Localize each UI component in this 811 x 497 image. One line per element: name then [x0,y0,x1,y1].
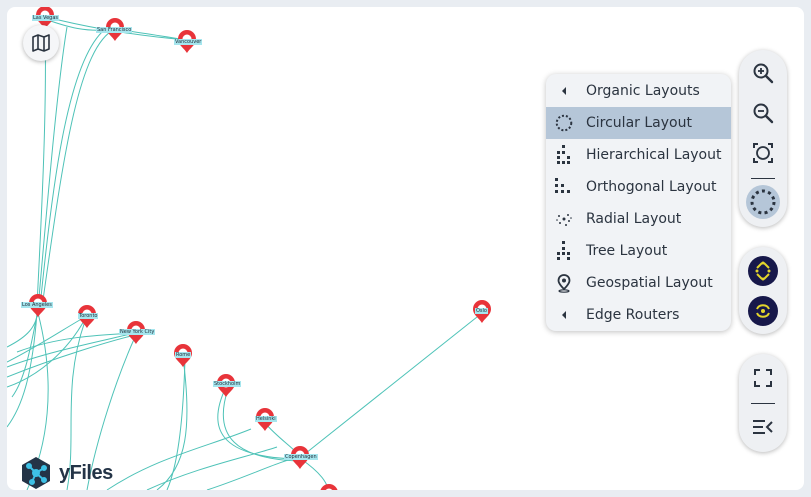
collapse-panel-icon [753,420,773,434]
toolbar-separator [751,403,775,404]
node-label-las-vegas[interactable]: Las Vegas [32,15,59,21]
zoom-out-button[interactable] [739,95,787,131]
menu-item-geospatial-layout[interactable]: Geospatial Layout [546,267,731,299]
node-label-oslo[interactable]: Oslo [475,308,488,314]
menu-item-circular-layout[interactable]: Circular Layout [546,107,731,139]
ungroup-icon [748,296,778,326]
zoom-out-icon [753,103,774,124]
node-label-los-angeles[interactable]: Los Angeles [21,302,53,308]
node-label-copenhagen[interactable]: Copenhagen [284,454,318,460]
node-label-vancouver[interactable]: Vancouver [174,39,203,45]
collapse-panel-button[interactable] [739,409,787,445]
circular-layout-icon [750,189,776,215]
map-icon [32,34,50,52]
fullscreen-button[interactable] [739,360,787,396]
menu-item-organic-layouts[interactable]: Organic Layouts [546,75,731,107]
menu-item-tree-layout[interactable]: Tree Layout [546,235,731,267]
yfiles-logo-icon [22,457,50,489]
fullscreen-icon [754,369,772,387]
menu-item-hierarchical-layout[interactable]: Hierarchical Layout [546,139,731,171]
node-label-stockholm[interactable]: Stockholm [213,381,242,387]
tree-layout-icon [554,241,574,261]
fit-content-icon [753,143,773,163]
toolbar-separator [751,178,775,179]
chevron-left-icon [554,305,574,325]
yfiles-logo-text: yFiles [59,461,113,484]
chevron-left-icon [554,81,574,101]
menu-item-orthogonal-layout[interactable]: Orthogonal Layout [546,171,731,203]
yfiles-logo: yFiles [19,456,113,490]
map-pin-icon[interactable] [320,484,338,490]
view-toolbar [739,354,787,452]
node-label-rome[interactable]: Rome [175,352,192,358]
group-button[interactable] [739,253,787,289]
zoom-in-button[interactable] [739,55,787,91]
map-toggle-button[interactable] [23,25,59,61]
menu-item-radial-layout[interactable]: Radial Layout [546,203,731,235]
node-label-helsinki[interactable]: Helsinki [255,416,277,422]
location-pin-icon [554,273,574,293]
node-label-san-francisco[interactable]: San Francisco [96,27,133,33]
ungroup-button[interactable] [739,293,787,329]
fit-content-button[interactable] [739,135,787,171]
zoom-toolbar [739,50,787,227]
group-icon [748,256,778,286]
layout-menu: Organic Layouts Circular Layout Hierarch… [546,74,731,331]
group-toolbar [739,247,787,334]
hierarchical-layout-icon [554,145,574,165]
apply-layout-button[interactable] [739,184,787,220]
node-label-toronto[interactable]: Toronto [78,313,99,319]
orthogonal-layout-icon [554,177,574,197]
zoom-in-icon [753,63,774,84]
node-label-new-york-city[interactable]: New York City [119,329,156,335]
menu-item-edge-routers[interactable]: Edge Routers [546,299,731,331]
radial-layout-icon [554,209,574,229]
circular-layout-icon [554,113,574,133]
